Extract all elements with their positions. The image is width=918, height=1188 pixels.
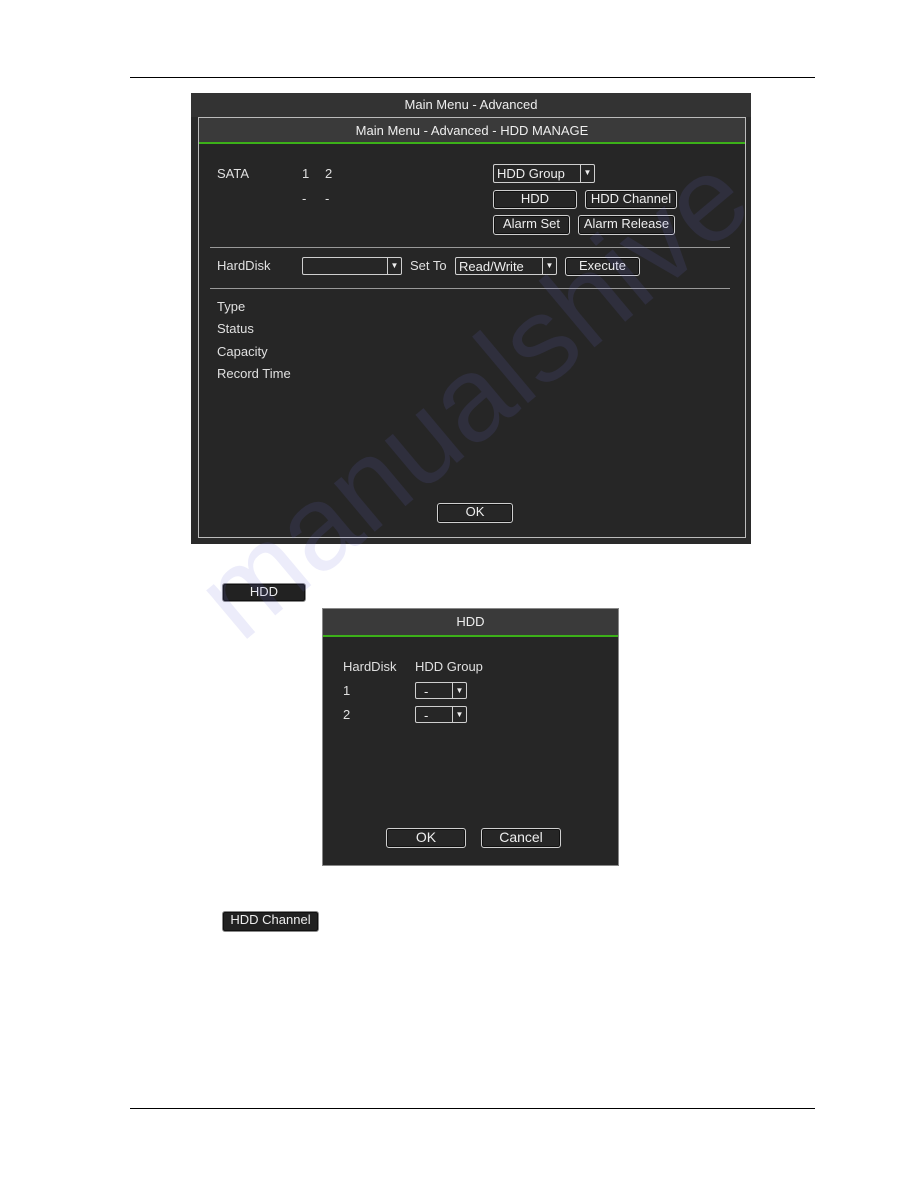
record-time-label: Record Time xyxy=(217,366,291,381)
chevron-down-icon: ▼ xyxy=(387,258,401,274)
disk-number: 1 xyxy=(343,683,351,698)
hdd-group-column-header: HDD Group xyxy=(415,659,483,674)
main-title: Main Menu - Advanced xyxy=(191,93,751,117)
sata-label: SATA xyxy=(217,166,250,181)
sata-port: 1 xyxy=(302,166,310,181)
type-label: Type xyxy=(217,299,246,314)
sata-status: - xyxy=(302,191,307,206)
ok-button[interactable]: OK xyxy=(386,828,466,848)
header-rule xyxy=(130,77,815,78)
harddisk-column-header: HardDisk xyxy=(343,659,397,674)
chevron-down-icon: ▼ xyxy=(452,683,466,698)
sata-status: - xyxy=(325,191,330,206)
alarm-set-button[interactable]: Alarm Set xyxy=(493,215,570,235)
hdd-channel-button-image: HDD Channel xyxy=(222,911,319,932)
hdd-button[interactable]: HDD xyxy=(493,190,577,209)
harddisk-label: HardDisk xyxy=(217,258,271,273)
hdd-dialog: HDD HardDisk HDD Group 1 - ▼ 2 - ▼ OK Canc… xyxy=(322,608,619,866)
sata-port: 2 xyxy=(325,166,333,181)
hdd-group-select[interactable]: - ▼ xyxy=(415,706,467,723)
chevron-down-icon: ▼ xyxy=(580,165,594,182)
hdd-group-select[interactable]: HDD Group ▼ xyxy=(493,164,595,183)
hdd-group-select[interactable]: - ▼ xyxy=(415,682,467,699)
status-label: Status xyxy=(217,321,254,336)
footer-rule xyxy=(130,1108,815,1109)
hdd-dialog-title: HDD xyxy=(323,609,618,637)
capacity-label: Capacity xyxy=(217,344,268,359)
window-title: Main Menu - Advanced - HDD MANAGE xyxy=(199,118,745,144)
disk-number: 2 xyxy=(343,707,351,722)
set-to-label: Set To xyxy=(410,258,447,273)
chevron-down-icon: ▼ xyxy=(452,707,466,722)
cancel-button[interactable]: Cancel xyxy=(481,828,561,848)
harddisk-select[interactable]: ▼ xyxy=(302,257,402,275)
